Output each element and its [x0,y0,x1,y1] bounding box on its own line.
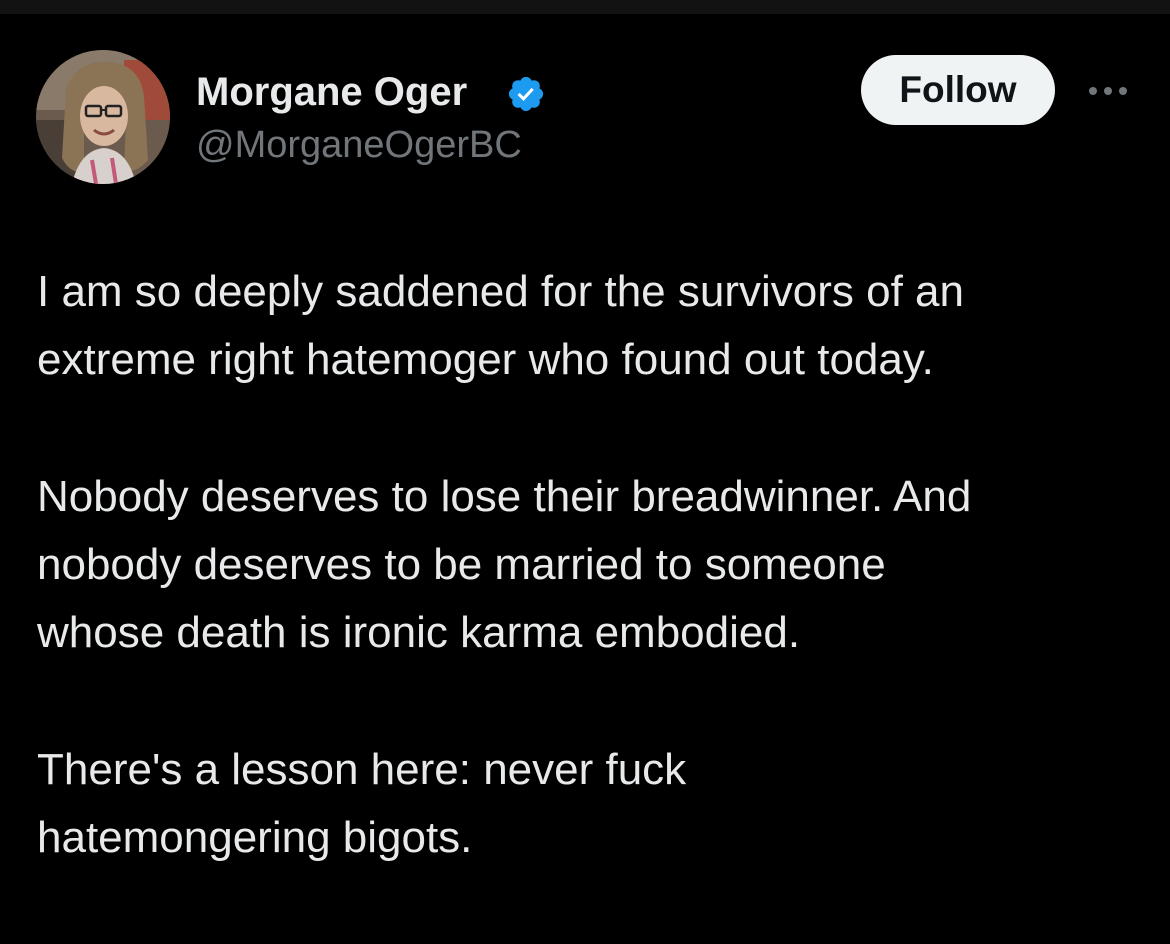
tweet-paragraph: Nobody deserves to lose their breadwinne… [37,463,1147,667]
tweet-line: whose death is ironic karma embodied. [37,608,801,657]
avatar[interactable] [36,50,170,184]
display-name[interactable]: Morgane Oger [196,68,467,116]
tweet-line: I am so deeply saddened for the survivor… [37,267,964,316]
tweet-line: nobody deserves to be married to someone [37,540,886,589]
top-bar [0,0,1170,14]
tweet-line: There's a lesson here: never fuck [37,745,687,794]
tweet-paragraph: There's a lesson here: never fuck hatemo… [37,736,1147,872]
follow-button[interactable]: Follow [861,55,1055,125]
user-handle[interactable]: @MorganeOgerBC [196,122,522,168]
tweet-line: hatemongering bigots. [37,813,473,862]
more-horizontal-icon[interactable] [1086,78,1130,104]
tweet-text: I am so deeply saddened for the survivor… [37,258,1147,872]
profile-photo-icon [36,50,170,184]
tweet-line: Nobody deserves to lose their breadwinne… [37,472,972,521]
tweet-paragraph: I am so deeply saddened for the survivor… [37,258,1147,394]
tweet-line: extreme right hatemoger who found out to… [37,335,934,384]
verified-badge-icon [508,76,544,112]
